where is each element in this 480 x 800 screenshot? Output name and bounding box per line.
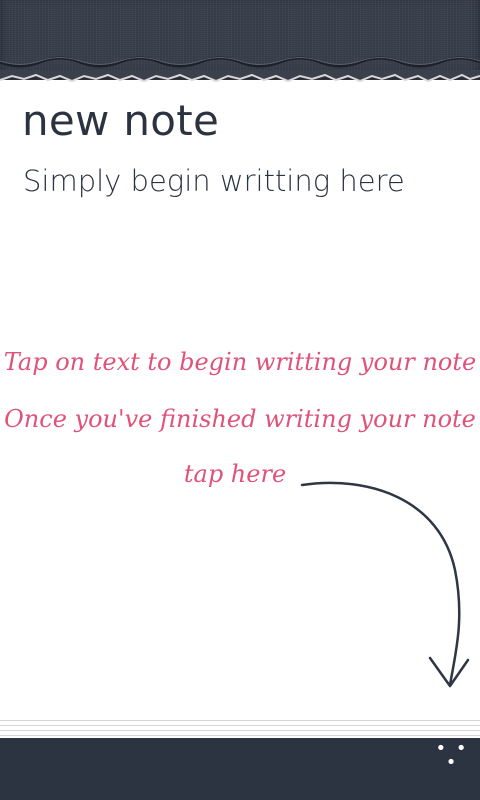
leather-header bbox=[0, 0, 480, 80]
paper-lines bbox=[0, 716, 480, 738]
hint-line-2: Once you've finished writing your note bbox=[4, 405, 476, 433]
note-title[interactable]: new note bbox=[22, 96, 219, 145]
more-options-button[interactable]: • • • bbox=[434, 740, 470, 772]
torn-paper-edge bbox=[0, 70, 480, 83]
curved-arrow-icon bbox=[300, 481, 470, 688]
hint-line-1: Tap on text to begin writting your note bbox=[3, 348, 477, 376]
note-body[interactable]: Simply begin writting here bbox=[23, 164, 405, 198]
app-bar: • • • bbox=[0, 738, 480, 800]
